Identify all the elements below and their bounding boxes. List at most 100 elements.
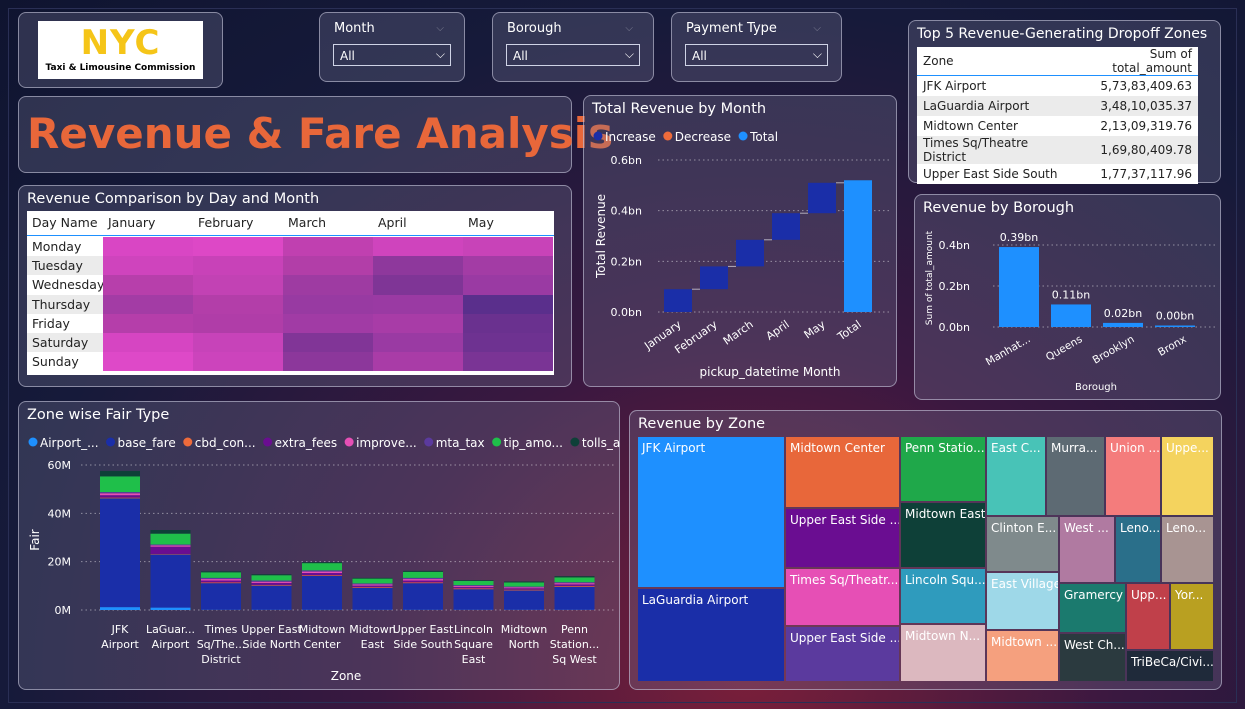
treemap-tile[interactable]: West Ch... [1060,634,1125,681]
heatmap-cell [463,294,553,314]
heatmap-cell [103,294,193,314]
heatmap-cell [373,275,463,295]
heatmap-cell [373,333,463,353]
payment-type-filter[interactable]: Payment Type ⌵ All ⌵ [671,12,842,82]
chevron-down-icon: ⌵ [813,23,821,34]
borough-bar [1103,322,1143,327]
borough-select[interactable]: All ⌵ [506,44,640,66]
payment-type-select[interactable]: All ⌵ [685,44,828,66]
stacked-bar-segment [302,570,342,572]
legend-marker [263,437,273,447]
title-card: Revenue & Fare Analysis [18,96,613,173]
treemap-tile[interactable]: Upper East Side ... [786,627,899,681]
treemap-tile[interactable]: East Village [987,573,1058,629]
heatmap-cell [103,237,193,257]
treemap-tile[interactable]: Leno... [1162,517,1213,582]
treemap-tile[interactable]: Lincoln Squ... [901,569,985,623]
x-tick-label: Brooklyn [1091,333,1137,366]
stacked-bar-segment [302,562,342,564]
treemap-tile-label: Gramercy [1064,588,1124,602]
treemap-tile[interactable]: Clinton E... [987,517,1058,571]
stacked-bar-segment [453,581,494,586]
stacked-bar-segment [251,584,292,586]
stacked-bar-segment [504,586,544,588]
stacked-bar-segment [554,582,595,584]
borough-filter[interactable]: Borough ⌵ All ⌵ [492,12,654,82]
top5-card: Top 5 Revenue-Generating Dropoff Zones Z… [908,20,1221,184]
top5-row: LaGuardia Airport 3,48,10,035.37 [917,95,1198,116]
treemap-tile[interactable]: Times Sq/Theatr... [786,569,899,625]
treemap-tile[interactable]: East C... [987,437,1045,515]
legend-label: base_fare [118,436,176,450]
stacked-bar-segment [453,585,494,587]
legend-label: Airport_... [40,436,99,450]
treemap-tile[interactable]: LaGuardia Airport [638,589,784,681]
treemap-tile[interactable]: JFK Airport [638,437,784,587]
treemap-tile[interactable]: Union ... [1106,437,1160,515]
legend-marker [106,437,116,447]
treemap-tile[interactable]: Murra... [1047,437,1104,515]
top5-table: Zone Sum of total_amount JFK Airport 5,73… [917,47,1198,184]
heatmap-grid: Day Name January February March April May Mond… [27,211,554,375]
treemap-tile[interactable]: Midtown N... [901,625,985,681]
heatmap-day-label: Saturday [27,333,103,353]
treemap-tile[interactable]: Gramercy [1060,584,1125,632]
treemap-tile[interactable]: Yor... [1171,584,1213,649]
treemap-tile[interactable]: Midtown Center [786,437,899,507]
treemap-tile-label: Penn Statio... [905,441,985,455]
legend-label: Total [749,130,778,144]
top5-row: JFK Airport 5,73,83,409.63 [917,75,1198,96]
heatmap-cell [283,313,373,333]
top5-zone-cell: LaGuardia Airport [923,98,1030,113]
stacked-bar-segment [504,581,544,583]
treemap-tile[interactable]: Uppe... [1162,437,1213,515]
heatmap-cell [283,237,373,257]
heatmap-month-header: January [103,211,193,235]
x-tick-label: Queens [1044,333,1085,363]
waterfall-increase-bar [808,182,836,214]
heatmap-corner-header: Day Name [27,211,103,235]
treemap-tile[interactable]: West ... [1060,517,1114,582]
treemap-tile[interactable]: TriBeCa/Civi... [1127,651,1213,681]
heatmap-header-divider [27,235,554,236]
y-tick-label: 0.0bn [611,306,642,319]
heatmap-cell [373,237,463,257]
stacked-bar-segment [352,584,393,586]
heatmap-cell [373,313,463,333]
y-tick-label: 0.2bn [611,255,642,268]
heatmap-month-header: May [463,211,553,235]
y-tick-label: 0.4bn [611,205,642,218]
treemap-tile[interactable]: Penn Statio... [901,437,985,501]
legend-marker [183,437,193,447]
x-axis-label: pickup_datetime Month [700,365,841,379]
month-filter[interactable]: Month ⌵ All ⌵ [319,12,465,82]
zone-fare-chart: Airport_... base_fare cbd_con... extra_fees… [28,436,621,683]
heatmap-cell [193,237,283,257]
top5-amount-cell: 2,13,09,319.76 [1100,118,1192,133]
stacked-bar-segment [251,581,292,583]
heatmap-day-label: Tuesday [27,256,103,276]
stacked-bar-segment [453,589,494,610]
heatmap-cell [103,313,193,333]
stacked-bar-segment [100,492,140,494]
treemap-tile[interactable]: Midtown East [901,503,985,567]
legend-label: mta_tax [436,436,485,450]
waterfall-increase-bar [664,289,692,312]
treemap-tile[interactable]: Upper East Side ... [786,509,899,567]
month-select[interactable]: All ⌵ [333,44,451,66]
treemap-tile[interactable]: Midtown ... [987,631,1058,681]
treemap-tile-label: West ... [1064,521,1109,535]
treemap-tile[interactable]: Upp... [1127,584,1169,649]
logo-card: NYC Taxi & Limousine Commission [18,12,223,88]
treemap-tile[interactable]: Leno... [1116,517,1160,582]
legend-marker [738,131,748,141]
nyc-tlc-logo: NYC Taxi & Limousine Commission [38,21,203,79]
treemap-card: Revenue by Zone JFK Airport LaGuardia Air… [629,410,1222,690]
borough-card: Revenue by Borough 0.0bn 0.2bn 0.4bn Sum of… [914,194,1221,400]
borough-chart: 0.0bn 0.2bn 0.4bn Sum of total_amount 0.39bn… [925,230,1215,393]
heatmap-cell [193,333,283,353]
y-tick-label: 0.6bn [611,154,642,167]
heatmap-cell [283,352,373,372]
treemap-tile-label: Murra... [1051,441,1098,455]
stacked-bar-segment [302,575,342,576]
